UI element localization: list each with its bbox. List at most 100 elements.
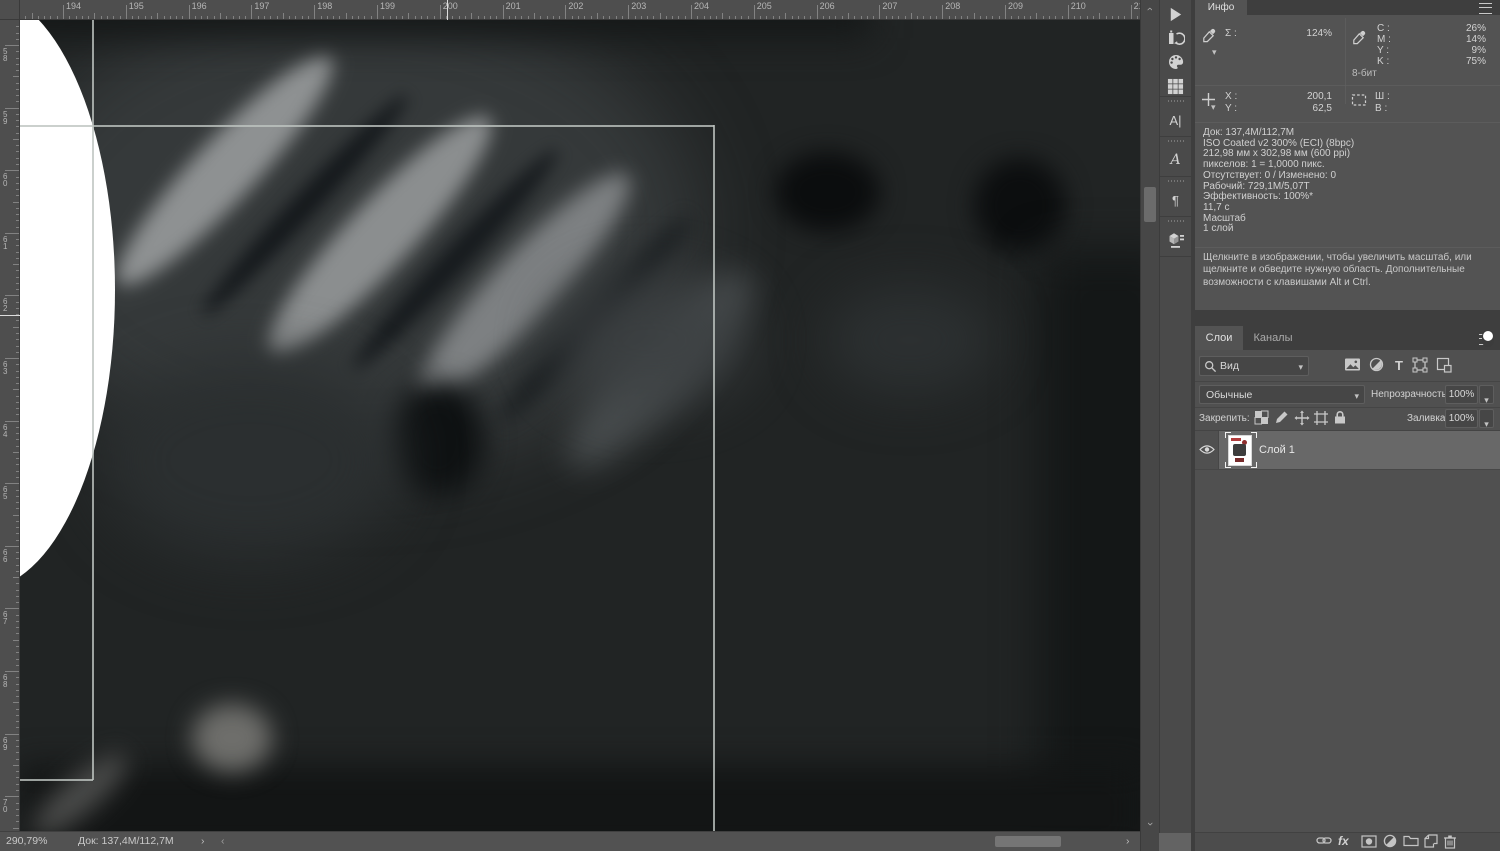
search-icon (1204, 360, 1217, 373)
patterns-panel-icon[interactable] (1160, 74, 1191, 98)
tab-channels[interactable]: Каналы (1243, 326, 1303, 350)
ruler-label: 7 0 (3, 798, 8, 815)
ruler-tick (16, 602, 19, 604)
selection-line-vertical[interactable] (92, 20, 94, 780)
layer-mask-icon[interactable] (1361, 835, 1377, 848)
layer-filter-dropdown[interactable]: Вид ▾ (1199, 356, 1309, 376)
dock-drag-handle[interactable] (1168, 140, 1184, 142)
layer-style-icon[interactable]: fx (1338, 834, 1349, 848)
ruler-tick (791, 16, 793, 19)
ruler-tick (979, 16, 981, 19)
vertical-ruler[interactable]: 5 8 5 9 6 0 6 1 6 2 6 3 6 4 6 5 6 6 6 7 6 8 6 9 7 0 (0, 20, 20, 831)
scroll-up-arrow[interactable]: › (1144, 2, 1156, 16)
layer-row[interactable]: Слой 1 (1219, 431, 1500, 469)
ruler-tick (603, 16, 605, 19)
filter-type-layers-icon[interactable]: T (1391, 357, 1407, 373)
vertical-scrollbar[interactable]: › › (1140, 0, 1159, 851)
scroll-down-arrow[interactable]: › (1144, 817, 1156, 831)
ruler-tick (150, 16, 152, 19)
history-panel-icon[interactable] (1160, 26, 1191, 50)
ruler-tick (16, 458, 19, 460)
ruler-tick (904, 16, 906, 19)
eye-icon[interactable] (1199, 444, 1215, 455)
zoom-level-field[interactable]: 290,79% (6, 835, 47, 847)
actions-panel-icon[interactable] (1160, 2, 1191, 26)
status-menu-arrow[interactable]: › (201, 835, 205, 847)
canvas-dark-band (1040, 250, 1140, 831)
filter-smart-objects-icon[interactable] (1436, 357, 1452, 373)
crosshair-options-icon[interactable]: ▾ (1211, 102, 1216, 113)
opacity-field[interactable]: 100% (1445, 385, 1478, 404)
swatches-panel-icon[interactable] (1160, 50, 1191, 74)
ruler-tick (678, 16, 680, 19)
ruler-label: 5 9 (3, 109, 8, 126)
ruler-tick (5, 45, 19, 46)
character-panel-icon[interactable]: A| (1160, 108, 1191, 132)
filter-pixel-layers-icon[interactable] (1344, 357, 1361, 372)
ruler-tick (16, 620, 19, 622)
layer-filter-toggle[interactable] (1482, 330, 1494, 347)
ruler-tick (16, 539, 19, 541)
lock-pixels-icon[interactable] (1274, 410, 1289, 425)
fill-field[interactable]: 100% (1445, 409, 1478, 428)
chevron-down-icon: ▾ (1484, 419, 1489, 429)
horizontal-scrollbar-thumb[interactable] (995, 836, 1061, 847)
hscroll-left-arrow[interactable]: ‹ (221, 835, 225, 847)
vertical-scrollbar-thumb[interactable] (1144, 187, 1156, 222)
ruler-tick (69, 16, 71, 19)
tab-layers[interactable]: Слои (1195, 326, 1243, 350)
new-adjustment-layer-icon[interactable] (1383, 834, 1397, 848)
dock-drag-handle[interactable] (1168, 180, 1184, 182)
hscroll-right-arrow[interactable]: › (1126, 835, 1130, 847)
new-layer-icon[interactable] (1424, 834, 1438, 848)
info-panel-menu-icon[interactable] (1479, 3, 1492, 14)
ruler-tick (138, 16, 140, 19)
ruler-tick (226, 16, 228, 19)
dock-drag-handle[interactable] (1168, 220, 1184, 222)
ruler-tick (13, 76, 19, 78)
ruler-tick (307, 16, 309, 19)
layer-thumbnail[interactable] (1228, 435, 1252, 466)
libraries-panel-icon[interactable] (1160, 228, 1191, 252)
dock-grip[interactable] (1159, 833, 1191, 851)
new-group-icon[interactable] (1403, 835, 1419, 847)
canvas-dark-band (20, 765, 1140, 831)
doc-info-line: Отсутствует: 0 / Изменено: 0 (1203, 169, 1337, 181)
blend-mode-dropdown[interactable]: Обычные ▾ (1199, 385, 1365, 404)
dock-drag-handle[interactable] (1168, 100, 1184, 102)
filter-adjustment-layers-icon[interactable] (1369, 357, 1384, 372)
eyedropper-icon[interactable] (1351, 30, 1367, 46)
ruler-tick (395, 16, 397, 19)
lock-transparency-icon[interactable] (1254, 410, 1269, 425)
delete-layer-icon[interactable] (1443, 834, 1457, 849)
ruler-tick (16, 251, 19, 253)
lock-all-icon[interactable] (1333, 410, 1347, 425)
ruler-tick (339, 16, 341, 19)
eyedropper-options-icon[interactable]: ▾ (1212, 47, 1217, 58)
document-canvas[interactable] (20, 20, 1140, 831)
ruler-tick (194, 16, 196, 19)
selection-line-horizontal[interactable] (20, 779, 93, 781)
glyphs-panel-icon[interactable]: A (1160, 148, 1191, 172)
horizontal-ruler[interactable]: 194 195 196 197 198 199 200 201 202 203 204 205 206 2… (20, 0, 1140, 20)
selection-line-horizontal[interactable] (20, 125, 714, 127)
ruler-corner[interactable] (0, 0, 20, 20)
chevron-down-icon: ▾ (1484, 395, 1489, 405)
layers-panel: Слои Каналы Вид ▾ T Обычные ▾ Непрозрачн… (1195, 326, 1500, 851)
eyedropper-icon[interactable] (1201, 28, 1217, 44)
ruler-tick (16, 746, 19, 748)
opacity-scrubber[interactable]: ▾ (1479, 385, 1494, 405)
lock-position-icon[interactable] (1294, 410, 1310, 426)
ruler-tick (5, 796, 19, 798)
selection-line-vertical[interactable] (713, 125, 715, 831)
filter-shape-layers-icon[interactable] (1412, 357, 1428, 373)
paragraph-panel-icon[interactable]: ¶ (1160, 188, 1191, 212)
tab-info[interactable]: Инфо (1195, 0, 1247, 15)
fill-scrubber[interactable]: ▾ (1479, 409, 1494, 429)
ruler-tick (125, 5, 127, 19)
ruler-tick (1011, 16, 1013, 19)
link-layers-icon[interactable] (1316, 835, 1332, 846)
ruler-tick (835, 16, 837, 19)
ruler-tick (16, 808, 19, 810)
lock-artboard-icon[interactable] (1313, 410, 1329, 426)
